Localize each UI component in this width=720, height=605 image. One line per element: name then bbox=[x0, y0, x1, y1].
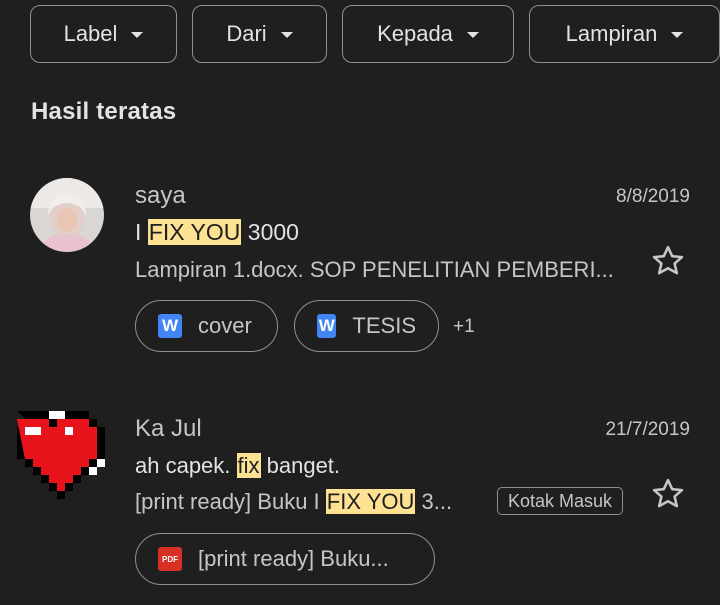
inbox-label-badge: Kotak Masuk bbox=[497, 487, 624, 515]
message-snippet: [print ready] Buku I FIX YOU 3... bbox=[135, 489, 452, 515]
pdf-icon: PDF bbox=[158, 547, 182, 571]
subject-text: banget. bbox=[260, 453, 341, 478]
subject-text: ah capek. bbox=[135, 453, 237, 478]
attachment-chip[interactable]: W TESIS bbox=[294, 300, 439, 352]
filter-chips: Label Dari Kepada Lampiran bbox=[30, 5, 720, 65]
filter-to-text: Kepada bbox=[377, 21, 453, 46]
subject-text: 3000 bbox=[241, 219, 299, 245]
word-icon: W bbox=[158, 314, 182, 338]
message-date: 8/8/2019 bbox=[616, 186, 690, 207]
filter-label-chip[interactable]: Label bbox=[30, 5, 177, 63]
message-subject: I FIX YOU 3000 bbox=[135, 219, 299, 246]
chevron-down-icon bbox=[671, 32, 684, 38]
chevron-down-icon bbox=[280, 32, 293, 38]
avatar[interactable] bbox=[9, 403, 113, 499]
attachment-name: [print ready] Buku... bbox=[198, 546, 389, 571]
message-row[interactable]: saya 8/8/2019 I FIX YOU 3000 Lampiran 1.… bbox=[0, 170, 720, 370]
message-snippet: Lampiran 1.docx. SOP PENELITIAN PEMBERI.… bbox=[135, 257, 614, 282]
attachment-chip[interactable]: PDF [print ready] Buku... bbox=[135, 533, 435, 585]
sender-name: Ka Jul bbox=[135, 415, 202, 442]
search-highlight: FIX YOU bbox=[147, 219, 242, 245]
chevron-down-icon bbox=[466, 32, 479, 38]
section-title: Hasil teratas bbox=[31, 98, 177, 125]
filter-label-text: Label bbox=[63, 21, 118, 46]
filter-from-chip[interactable]: Dari bbox=[192, 5, 327, 63]
snippet-text: [print ready] Buku I bbox=[135, 489, 326, 514]
attachment-name: cover bbox=[198, 313, 252, 338]
message-row[interactable]: Ka Jul 21/7/2019 ah capek. fix banget. [… bbox=[0, 403, 720, 603]
filter-to-chip[interactable]: Kepada bbox=[342, 5, 514, 63]
subject-text: I bbox=[135, 219, 148, 245]
filter-attachment-text: Lampiran bbox=[565, 21, 658, 46]
word-icon: W bbox=[317, 314, 337, 338]
filter-attachment-chip[interactable]: Lampiran bbox=[529, 5, 720, 63]
avatar[interactable] bbox=[30, 178, 104, 252]
attachment-name: TESIS bbox=[352, 313, 416, 338]
snippet-text: 3... bbox=[415, 489, 453, 514]
search-highlight: fix bbox=[236, 453, 261, 478]
star-icon[interactable] bbox=[650, 243, 686, 279]
search-highlight: FIX YOU bbox=[325, 489, 416, 514]
message-date: 21/7/2019 bbox=[605, 419, 690, 440]
message-subject: ah capek. fix banget. bbox=[135, 453, 340, 479]
filter-from-text: Dari bbox=[226, 21, 267, 46]
sender-name: saya bbox=[135, 182, 186, 209]
attachment-chip[interactable]: W cover bbox=[135, 300, 278, 352]
more-attachments-count[interactable]: +1 bbox=[453, 316, 475, 338]
chevron-down-icon bbox=[131, 32, 144, 38]
star-icon[interactable] bbox=[650, 476, 686, 512]
